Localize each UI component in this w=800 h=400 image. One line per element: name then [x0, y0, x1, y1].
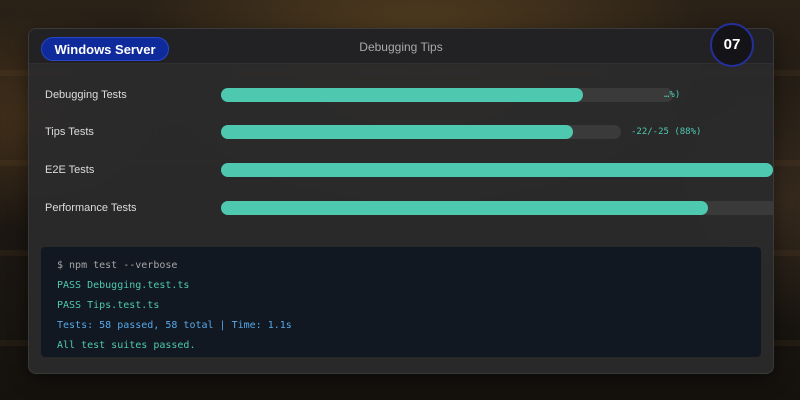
window-header: Windows Server Debugging Tips	[29, 29, 773, 64]
test-row-e2e: E2E Tests	[29, 160, 773, 180]
test-row-tips: Tips Tests -22/-25 (88%)	[29, 122, 773, 142]
terminal-line: PASS Tips.test.ts	[57, 300, 160, 311]
terminal-line: $ npm test --verbose	[57, 260, 178, 271]
terminal-output: $ npm test --verbose PASS Debugging.test…	[41, 247, 761, 357]
progress-fill	[221, 201, 708, 215]
progress-fill	[221, 163, 773, 177]
test-label: Performance Tests	[45, 202, 137, 214]
test-row-performance: Performance Tests	[29, 198, 773, 218]
test-label: Tips Tests	[45, 126, 94, 138]
progress-fill	[221, 125, 573, 139]
test-stat: …%)	[664, 90, 681, 100]
terminal-line: All test suites passed.	[57, 340, 196, 351]
test-runner-window: Windows Server Debugging Tips Debugging …	[28, 28, 774, 374]
test-label: E2E Tests	[45, 164, 95, 176]
step-number-badge: 07	[710, 23, 754, 67]
window-title: Debugging Tips	[359, 40, 443, 54]
test-row-debugging: Debugging Tests …%)	[29, 85, 773, 105]
progress-fill	[221, 88, 583, 102]
terminal-line: Tests: 58 passed, 58 total | Time: 1.1s	[57, 320, 292, 331]
test-label: Debugging Tests	[45, 89, 127, 101]
terminal-line: PASS Debugging.test.ts	[57, 280, 190, 291]
test-stat: -22/-25 (88%)	[631, 127, 702, 137]
